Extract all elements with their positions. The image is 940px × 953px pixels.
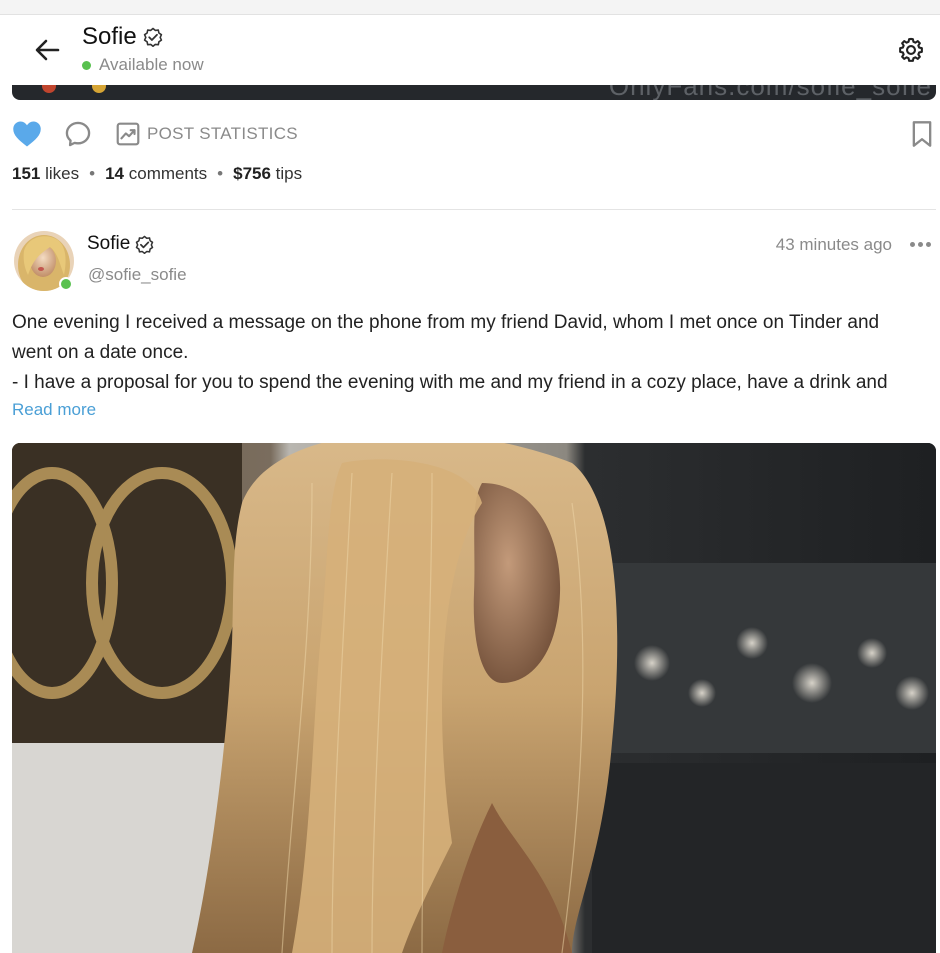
separator-dot: • <box>217 164 224 183</box>
gear-icon <box>899 37 923 62</box>
header-name: Sofie <box>82 23 137 50</box>
header-status: Available now <box>82 55 204 75</box>
media-decoration <box>92 85 106 93</box>
post-text: One evening I received a message on the … <box>12 308 936 398</box>
post-media-image[interactable] <box>12 443 936 953</box>
comments-label[interactable]: comments <box>129 164 207 184</box>
arrow-left-icon <box>35 39 60 61</box>
post-more-button[interactable] <box>908 236 932 252</box>
media-decoration <box>42 85 56 93</box>
author-name-row[interactable]: Sofie <box>87 233 154 255</box>
post-text-line: went on a date once. <box>12 342 189 363</box>
bookmark-icon <box>912 121 932 147</box>
post-counts: 151 likes • 14 comments • $756 tips <box>12 164 302 184</box>
author-name: Sofie <box>87 233 131 254</box>
likes-count: 151 <box>12 164 41 183</box>
comment-icon <box>65 121 91 147</box>
more-dots-icon <box>909 241 915 247</box>
tips-label: tips <box>275 164 303 183</box>
avatar-online-indicator <box>59 277 73 291</box>
post-text-line: One evening I received a message on the … <box>12 312 880 333</box>
bookmark-button[interactable] <box>910 118 934 150</box>
post-actions: POST STATISTICS <box>12 118 936 150</box>
settings-button[interactable] <box>894 33 928 67</box>
post-statistics-label: POST STATISTICS <box>147 124 298 143</box>
comments-count: 14 <box>105 164 124 183</box>
header-title[interactable]: Sofie <box>82 23 163 51</box>
chat-header: Sofie Available now <box>0 15 940 85</box>
read-more-link[interactable]: Read more <box>12 400 96 420</box>
like-button[interactable] <box>12 118 42 150</box>
status-text: Available now <box>99 55 204 74</box>
verified-badge-icon <box>136 235 154 254</box>
previous-post-media[interactable]: OnlyFans.com/sofie_sofie <box>12 85 936 100</box>
post-statistics-button[interactable]: POST STATISTICS <box>115 118 298 150</box>
author-handle[interactable]: @sofie_sofie <box>88 265 187 285</box>
post-text-line: - I have a proposal for you to spend the… <box>12 372 888 393</box>
media-watermark: OnlyFans.com/sofie_sofie <box>608 85 932 100</box>
post-photo <box>12 443 936 953</box>
separator-dot: • <box>89 164 96 183</box>
post-divider <box>12 209 936 210</box>
top-edge <box>0 0 940 15</box>
stats-chart-icon <box>116 122 140 146</box>
verified-badge-icon <box>143 27 162 47</box>
comment-button[interactable] <box>64 118 92 150</box>
post-timestamp: 43 minutes ago <box>775 235 892 254</box>
online-indicator <box>82 60 91 70</box>
likes-label[interactable]: likes <box>45 164 79 184</box>
tips-amount: $756 <box>233 164 271 183</box>
heart-icon <box>13 121 41 147</box>
back-button[interactable] <box>30 35 64 65</box>
